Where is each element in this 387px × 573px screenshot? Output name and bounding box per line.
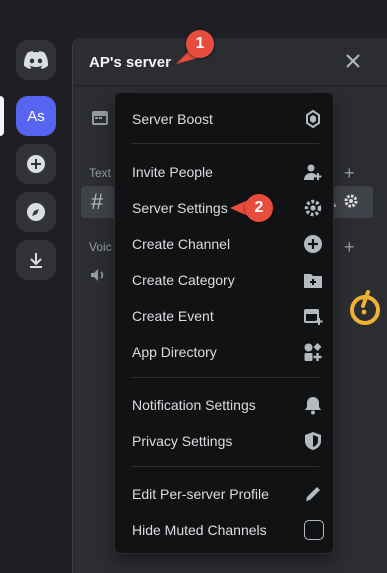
menu-item-label: Server Boost — [132, 111, 213, 127]
voice-category-label[interactable]: Voic — [89, 240, 112, 254]
menu-item-label: Create Event — [132, 308, 214, 324]
discord-home-button[interactable] — [16, 40, 56, 80]
close-icon[interactable] — [344, 52, 362, 70]
menu-item-privacy-settings[interactable]: Privacy Settings — [123, 425, 327, 457]
warning-icon[interactable] — [346, 290, 384, 328]
menu-item-label: Notification Settings — [132, 397, 256, 413]
folder-plus-icon — [304, 274, 322, 288]
menu-item-create-category[interactable]: Create Category — [123, 264, 327, 296]
menu-item-label: Edit Per-server Profile — [132, 486, 269, 502]
menu-item-invite-people[interactable]: Invite People — [123, 156, 327, 188]
server-header[interactable]: AP's server — [73, 38, 387, 86]
menu-item-create-event[interactable]: Create Event — [123, 300, 327, 332]
menu-item-label: Invite People — [132, 164, 213, 180]
text-category-label[interactable]: Text — [89, 166, 111, 180]
server-context-menu: Server Boost Invite People Server Settin… — [114, 92, 334, 554]
menu-item-label: Hide Muted Channels — [132, 522, 267, 538]
menu-item-server-settings[interactable]: Server Settings — [123, 192, 327, 224]
add-voice-channel-icon[interactable]: + — [344, 237, 355, 258]
explore-button[interactable] — [16, 192, 56, 232]
menu-item-create-channel[interactable]: Create Channel — [123, 228, 327, 260]
boost-icon — [306, 109, 320, 129]
hide-muted-checkbox[interactable] — [304, 520, 324, 540]
hash-icon: # — [91, 189, 104, 214]
add-server-button[interactable] — [16, 144, 56, 184]
download-button[interactable] — [16, 240, 56, 280]
menu-item-label: App Directory — [132, 344, 217, 360]
menu-separator — [131, 143, 319, 144]
compass-icon — [27, 203, 45, 221]
events-calendar-icon[interactable] — [91, 108, 109, 126]
menu-item-notification-settings[interactable]: Notification Settings — [123, 389, 327, 421]
menu-item-label: Create Channel — [132, 236, 231, 252]
server-icon-as[interactable]: As — [16, 96, 56, 136]
speaker-icon — [91, 269, 104, 281]
step-number: 1 — [195, 35, 205, 52]
menu-item-edit-per-server-profile[interactable]: Edit Per-server Profile — [123, 478, 327, 510]
menu-item-hide-muted-channels[interactable]: Hide Muted Channels — [123, 514, 327, 546]
menu-item-server-boost[interactable]: Server Boost — [123, 103, 327, 135]
menu-item-app-directory[interactable]: App Directory — [123, 336, 327, 368]
active-server-indicator — [0, 96, 4, 136]
invite-people-icon — [304, 164, 322, 180]
pencil-icon — [306, 487, 320, 501]
plus-circle-icon — [304, 235, 322, 253]
server-name: AP's server — [89, 54, 171, 71]
bell-icon — [305, 397, 321, 415]
gear-icon — [304, 199, 322, 217]
step-badge-2: 2 — [245, 194, 273, 222]
menu-item-label: Server Settings — [132, 200, 228, 216]
server-abbrev: As — [27, 107, 45, 125]
download-icon — [30, 253, 42, 268]
title-bar — [0, 0, 387, 14]
app-directory-icon — [304, 343, 322, 361]
plus-circle-icon — [27, 155, 45, 173]
add-text-channel-icon[interactable]: + — [344, 163, 355, 184]
menu-separator — [131, 466, 319, 467]
menu-item-label: Privacy Settings — [132, 433, 233, 449]
menu-item-label: Create Category — [132, 272, 235, 288]
shield-icon — [305, 432, 321, 450]
calendar-plus-icon — [304, 309, 323, 325]
discord-icon — [24, 51, 48, 69]
menu-separator — [131, 377, 319, 378]
step-number: 2 — [254, 199, 264, 216]
step-badge-1: 1 — [186, 30, 214, 58]
channel-settings-icon[interactable] — [343, 193, 359, 209]
server-rail: As — [0, 14, 72, 573]
